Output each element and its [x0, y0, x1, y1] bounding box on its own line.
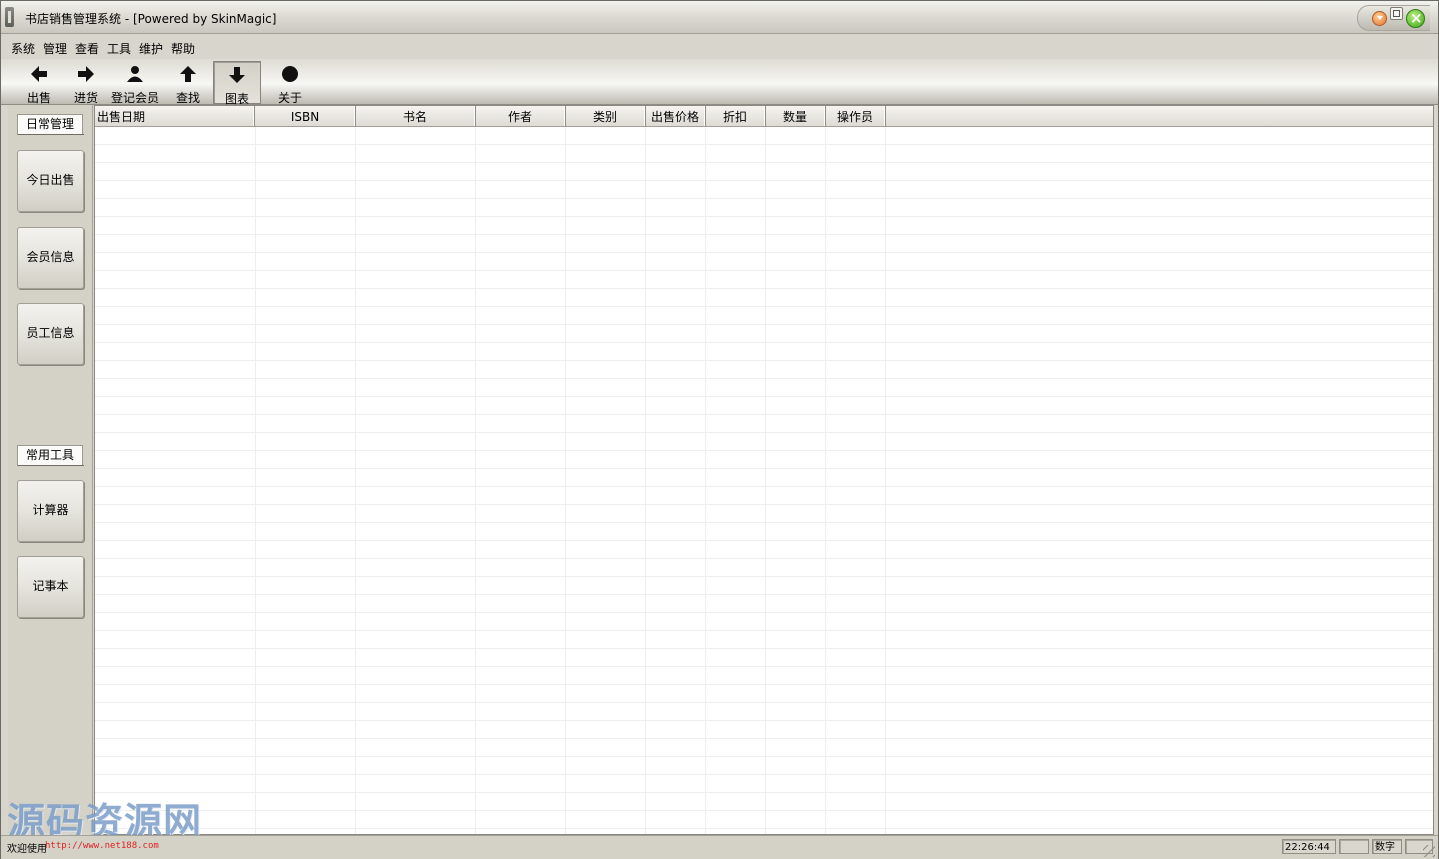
menu-system[interactable]: 系统 [11, 40, 35, 57]
maximize-icon[interactable] [1390, 7, 1403, 20]
menu-bar: 系统 管理 查看 工具 维护 帮助 [1, 36, 1438, 58]
status-url: http://www.net188.com [45, 841, 159, 851]
toolbar: 出售 进货 登记会员 查找 图表 关于 [1, 59, 1438, 106]
menu-maintain[interactable]: 维护 [139, 40, 163, 57]
column-divider [475, 127, 476, 834]
title-bar[interactable]: 书店销售管理系统 - [Powered by SkinMagic] [1, 1, 1438, 34]
status-time: 22:26:44 [1282, 839, 1336, 854]
common-tools-header: 常用工具 [17, 445, 84, 466]
column-header-quantity[interactable]: 数量 [765, 106, 826, 126]
side-panel: 日常管理 今日出售 会员信息 员工信息 常用工具 计算器 记事本 [8, 105, 93, 833]
search-button[interactable]: 查找 [165, 61, 211, 105]
column-divider [645, 127, 646, 834]
user-icon [127, 66, 143, 82]
column-header-price[interactable]: 出售价格 [645, 106, 706, 126]
menu-manage[interactable]: 管理 [43, 40, 67, 57]
column-divider [705, 127, 706, 834]
column-divider [355, 127, 356, 834]
calculator-button[interactable]: 计算器 [17, 480, 84, 542]
menu-view[interactable]: 查看 [75, 40, 99, 57]
restock-label: 进货 [73, 91, 98, 105]
restock-button[interactable]: 进货 [63, 61, 109, 105]
about-label: 关于 [277, 91, 302, 105]
minimize-icon[interactable] [1372, 11, 1387, 26]
staff-info-button[interactable]: 员工信息 [17, 303, 84, 365]
column-header-operator[interactable]: 操作员 [825, 106, 886, 126]
about-button[interactable]: 关于 [267, 61, 313, 105]
sell-label: 出售 [26, 91, 51, 105]
column-divider [565, 127, 566, 834]
today-sales-button[interactable]: 今日出售 [17, 150, 84, 212]
arrow-up-icon [180, 66, 196, 82]
column-divider [885, 127, 886, 834]
column-header-author[interactable]: 作者 [475, 106, 566, 126]
menu-tools[interactable]: 工具 [107, 40, 131, 57]
column-divider [825, 127, 826, 834]
main-window: 书店销售管理系统 - [Powered by SkinMagic] 系统 管理 … [0, 0, 1439, 859]
column-divider [255, 127, 256, 834]
sales-grid[interactable]: 出售日期 ISBN 书名 作者 类别 出售价格 折扣 数量 操作员 [94, 105, 1434, 835]
status-bar: 欢迎使用 http://www.net188.com 22:26:44 数字 [1, 835, 1438, 859]
register-member-label: 登记会员 [110, 91, 159, 105]
column-header-discount[interactable]: 折扣 [705, 106, 766, 126]
column-header-title[interactable]: 书名 [355, 106, 476, 126]
grid-header: 出售日期 ISBN 书名 作者 类别 出售价格 折扣 数量 操作员 [95, 106, 1433, 127]
arrow-left-icon [31, 66, 47, 82]
daily-management-header: 日常管理 [17, 114, 84, 135]
arrow-right-icon [78, 66, 94, 82]
sell-button[interactable]: 出售 [16, 61, 62, 105]
status-num-lock: 数字 [1372, 839, 1402, 854]
search-label: 查找 [175, 91, 200, 105]
column-divider [765, 127, 766, 834]
notepad-button[interactable]: 记事本 [17, 556, 84, 618]
window-title: 书店销售管理系统 - [Powered by SkinMagic] [25, 12, 277, 26]
arrow-down-icon [229, 67, 245, 83]
column-header-sale-date[interactable]: 出售日期 [95, 106, 255, 126]
menu-help[interactable]: 帮助 [171, 40, 195, 57]
column-header-category[interactable]: 类别 [565, 106, 646, 126]
app-icon[interactable] [5, 7, 14, 27]
status-panel-empty [1339, 839, 1369, 854]
window-controls [1357, 5, 1430, 31]
member-info-button[interactable]: 会员信息 [17, 227, 84, 289]
chart-button[interactable]: 图表 [213, 61, 261, 106]
status-message: 欢迎使用 [7, 844, 47, 855]
column-header-isbn[interactable]: ISBN [255, 106, 356, 126]
circle-icon [282, 66, 298, 82]
close-icon[interactable] [1406, 9, 1425, 28]
resize-grip-icon[interactable] [1423, 845, 1435, 857]
register-member-button[interactable]: 登记会员 [109, 61, 161, 105]
grid-body[interactable] [95, 127, 1433, 834]
